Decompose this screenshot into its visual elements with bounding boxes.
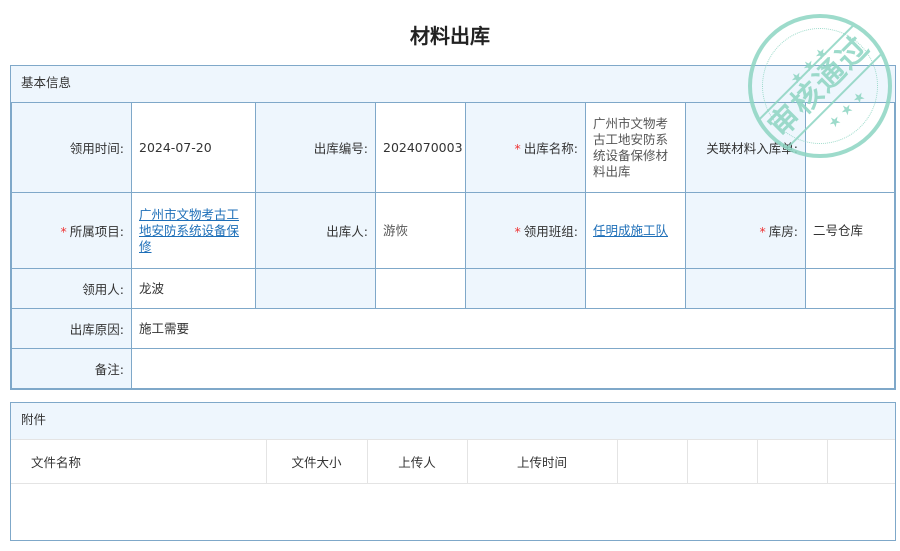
reason-label: 出库原因: [11,308,132,349]
related-in-value [805,102,895,193]
attachments-table: 文件名称 文件大小 上传人 上传时间 [11,439,895,484]
out-person-value: 游恢 [375,192,466,269]
team-label: * 领用班组: [465,192,586,269]
receiver-value: 龙波 [131,268,256,309]
attachments-header: 附件 [11,403,895,439]
out-no-label: 出库编号: [255,102,376,193]
out-name-value: 广州市文物考古工地安防系统设备保修材料出库 [585,102,686,193]
page-title: 材料出库 [410,24,490,48]
project-link[interactable]: 广州市文物考古工地安防系统设备保修 [139,207,239,254]
col-upload-time: 上传时间 [467,439,618,484]
warehouse-label: * 库房: [685,192,806,269]
basic-info-table: 领用时间: 2024-07-20 出库编号: 2024070003 * 出库名称:… [11,102,895,389]
related-in-label: 关联材料入库单: [685,102,806,193]
out-no-value: 2024070003 [375,102,466,193]
col-uploader: 上传人 [367,439,468,484]
out-person-label: 出库人: [255,192,376,269]
col-file-name: 文件名称 [11,439,267,484]
col-file-size: 文件大小 [266,439,368,484]
basic-info-section: 基本信息 领用时间: 2024-07-20 出库编号: 2024070003 *… [10,65,896,390]
basic-info-header: 基本信息 [11,66,895,102]
project-label: * 所属项目: [11,192,132,269]
attachments-section: 附件 文件名称 文件大小 上传人 上传时间 [10,402,896,541]
remark-value [131,348,895,389]
team-link[interactable]: 任明成施工队 [593,223,668,238]
warehouse-value: 二号仓库 [805,192,895,269]
required-mark: * [514,141,521,156]
receiver-label: 领用人: [11,268,132,309]
reason-value: 施工需要 [131,308,895,349]
out-name-label: * 出库名称: [465,102,586,193]
use-time-value: 2024-07-20 [131,102,256,193]
use-time-label: 领用时间: [11,102,132,193]
remark-label: 备注: [11,348,132,389]
